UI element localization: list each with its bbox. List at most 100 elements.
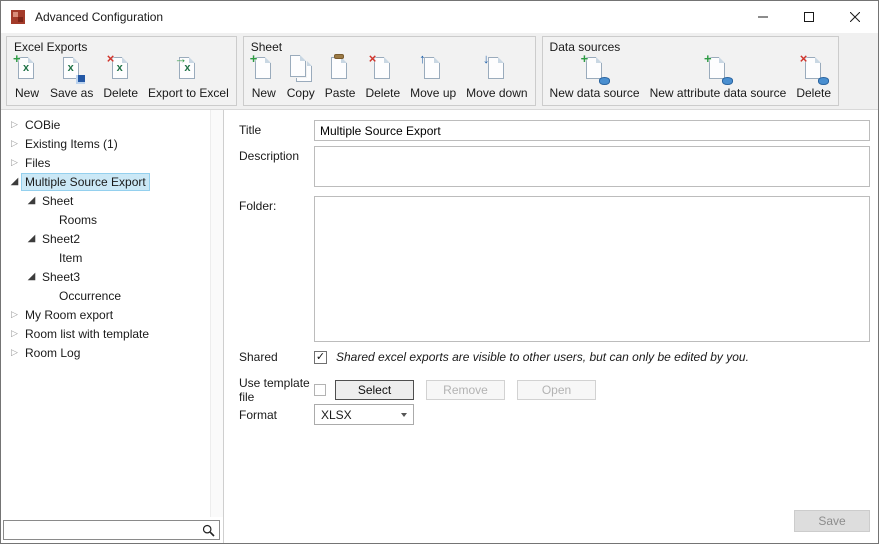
save-button[interactable]: Save: [794, 510, 870, 532]
tree-item-label: Room Log: [22, 345, 83, 361]
delete-excel-export-icon: x×: [108, 56, 134, 83]
chevron-expanded-icon[interactable]: ◢: [24, 195, 39, 206]
main-area: ▷COBie▷Existing Items (1)▷Files◢Multiple…: [1, 110, 878, 543]
tree-item-existing-items-1[interactable]: ▷Existing Items (1): [1, 134, 210, 153]
folder-input[interactable]: [314, 196, 870, 342]
app-icon: [10, 9, 26, 25]
tree-item-files[interactable]: ▷Files: [1, 153, 210, 172]
toolbar-button-label: New: [15, 86, 39, 100]
tree-item-label: Multiple Source Export: [22, 174, 149, 190]
chevron-collapsed-icon[interactable]: ▷: [7, 347, 22, 358]
shared-label: Shared: [224, 350, 314, 364]
toolbar-button-excel-exports-delete[interactable]: x×Delete: [98, 54, 143, 104]
move-down-icon: ↓: [484, 56, 510, 83]
toolbar-group-excel-exports: Excel Exportsx+New x Save as x×Deletex→Expo…: [6, 36, 237, 106]
toolbar-button-excel-exports-export-to-excel[interactable]: x→Export to Excel: [143, 54, 234, 104]
description-input[interactable]: [314, 146, 870, 187]
toolbar-button-label: Paste: [325, 86, 356, 100]
paste-sheet-icon: [327, 56, 353, 83]
advanced-configuration-window: Advanced Configuration Excel Exportsx+Ne…: [0, 0, 879, 544]
toolbar-button-sheet-copy[interactable]: Copy: [282, 54, 320, 104]
tree-item-room-log[interactable]: ▷Room Log: [1, 343, 210, 362]
toolbar-button-excel-exports-new[interactable]: x+New: [9, 54, 45, 104]
format-dropdown[interactable]: XLSX: [314, 404, 414, 425]
toolbar-group-title: Data sources: [545, 38, 836, 54]
title-label: Title: [224, 120, 314, 141]
toolbar-button-label: Copy: [287, 86, 315, 100]
chevron-expanded-icon[interactable]: ◢: [24, 233, 39, 244]
tree-scrollbar[interactable]: [210, 110, 223, 517]
tree-item-multiple-source-export[interactable]: ◢Multiple Source Export: [1, 172, 210, 191]
tree-item-label: COBie: [22, 117, 63, 133]
toolbar-button-label: New data source: [550, 86, 640, 100]
minimize-icon: [758, 12, 768, 22]
tree-item-my-room-export[interactable]: ▷My Room export: [1, 305, 210, 324]
toolbar-button-label: Save as: [50, 86, 93, 100]
new-data-source-icon: +: [582, 56, 608, 83]
tree-item-room-list-with-template[interactable]: ▷Room list with template: [1, 324, 210, 343]
tree-item-item[interactable]: Item: [1, 248, 210, 267]
toolbar-button-label: New: [252, 86, 276, 100]
move-up-icon: ↑: [420, 56, 446, 83]
toolbar-button-sheet-paste[interactable]: Paste: [320, 54, 361, 104]
toolbar-button-data-sources-new-attribute-data-source[interactable]: +New attribute data source: [645, 54, 792, 104]
close-button[interactable]: [832, 1, 878, 33]
toolbar: Excel Exportsx+NewxSave asx×Deletex→Expo…: [1, 33, 878, 110]
tree-item-occurrence[interactable]: Occurrence: [1, 286, 210, 305]
search-icon[interactable]: [200, 524, 219, 537]
toolbar-button-label: Move down: [466, 86, 527, 100]
tree-item-label: Item: [56, 250, 85, 266]
toolbar-button-sheet-new[interactable]: + New: [246, 54, 282, 104]
title-input[interactable]: [314, 120, 870, 141]
remove-button[interactable]: Remove: [426, 380, 505, 400]
toolbar-button-sheet-move-up[interactable]: ↑Move up: [405, 54, 461, 104]
toolbar-button-sheet-delete[interactable]: ×Delete: [360, 54, 405, 104]
tree-item-label: Rooms: [56, 212, 100, 228]
tree-item-sheet3[interactable]: ◢Sheet3: [1, 267, 210, 286]
chevron-collapsed-icon[interactable]: ▷: [7, 119, 22, 130]
tree-item-label: Sheet2: [39, 231, 83, 247]
chevron-collapsed-icon[interactable]: ▷: [7, 328, 22, 339]
toolbar-button-excel-exports-save-as[interactable]: x Save as: [45, 54, 98, 104]
toolbar-group-title: Excel Exports: [9, 38, 234, 54]
tree-item-sheet[interactable]: ◢Sheet: [1, 191, 210, 210]
export-tree: ▷COBie▷Existing Items (1)▷Files◢Multiple…: [1, 110, 210, 518]
titlebar: Advanced Configuration: [1, 1, 878, 33]
select-button[interactable]: Select: [335, 380, 414, 400]
search-input[interactable]: [4, 522, 200, 538]
chevron-expanded-icon[interactable]: ◢: [7, 176, 22, 187]
new-sheet-icon: +: [251, 56, 277, 83]
open-button[interactable]: Open: [517, 380, 596, 400]
chevron-collapsed-icon[interactable]: ▷: [7, 309, 22, 320]
minimize-button[interactable]: [740, 1, 786, 33]
tree-search-box: [3, 520, 220, 540]
shared-checkbox[interactable]: [314, 351, 327, 364]
tree-item-label: Sheet: [39, 193, 76, 209]
format-label: Format: [224, 408, 314, 422]
save-excel-export-icon: x: [59, 56, 85, 83]
toolbar-group-data-sources: Data sources + New data source +New attribu…: [542, 36, 839, 106]
chevron-down-icon: [401, 413, 407, 417]
copy-sheet-icon: [288, 56, 314, 83]
window-controls: [740, 1, 878, 33]
toolbar-button-data-sources-delete[interactable]: ×Delete: [791, 54, 836, 104]
tree-item-rooms[interactable]: Rooms: [1, 210, 210, 229]
tree-item-cobie[interactable]: ▷COBie: [1, 115, 210, 134]
chevron-collapsed-icon[interactable]: ▷: [7, 157, 22, 168]
folder-row: Folder:: [224, 196, 878, 342]
toolbar-button-sheet-move-down[interactable]: ↓ Move down: [461, 54, 532, 104]
new-attribute-data-source-icon: +: [705, 56, 731, 83]
shared-hint: Shared excel exports are visible to othe…: [336, 350, 749, 364]
toolbar-button-label: Delete: [365, 86, 400, 100]
tree-item-label: Existing Items (1): [22, 136, 121, 152]
maximize-button[interactable]: [786, 1, 832, 33]
use-template-checkbox[interactable]: [314, 384, 326, 396]
toolbar-button-data-sources-new-data-source[interactable]: + New data source: [545, 54, 645, 104]
description-label: Description: [224, 146, 314, 187]
chevron-expanded-icon[interactable]: ◢: [24, 271, 39, 282]
tree-item-sheet2[interactable]: ◢Sheet2: [1, 229, 210, 248]
tree-item-label: Room list with template: [22, 326, 152, 342]
use-template-row: Use template file Select Remove Open: [224, 376, 878, 404]
chevron-collapsed-icon[interactable]: ▷: [7, 138, 22, 149]
toolbar-group-title: Sheet: [246, 38, 533, 54]
